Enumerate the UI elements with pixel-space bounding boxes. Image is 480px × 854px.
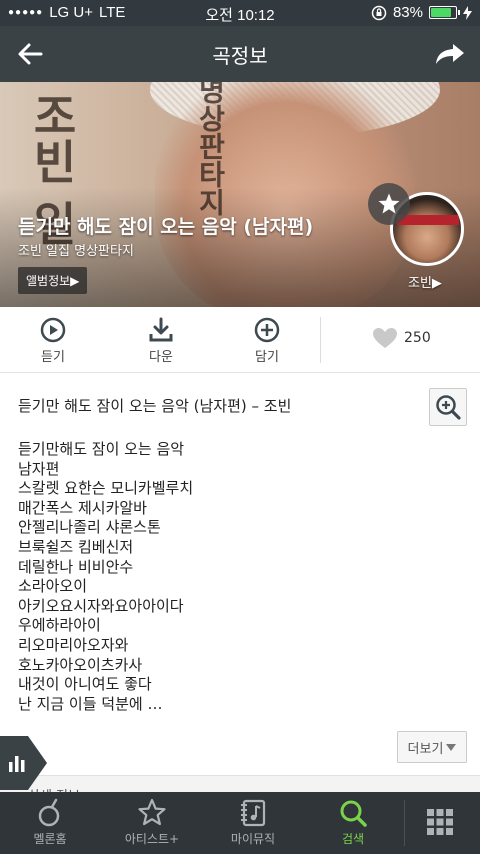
action-divider [320,317,321,363]
tab-my-music[interactable]: 마이뮤직 [208,798,298,847]
favorite-star-button[interactable] [368,183,410,225]
lyrics-body: 듣기만해도 잠이 오는 음악 남자편 스칼렛 요한슨 모니카벨루치 매간폭스 제… [18,440,398,714]
add-label: 담기 [255,350,279,365]
share-arrow-icon [436,44,464,64]
tab-label: 검색 [341,832,365,846]
like-button[interactable]: 250 [372,327,431,349]
play-circle-icon [40,317,66,343]
lyrics-line: 리오마리아오자와 [18,635,129,654]
my-music-icon [241,799,266,827]
search-icon [340,800,367,827]
status-bar: ●●●●● LG U+ LTE 오전 10:12 83% [0,0,480,26]
song-title: 듣기만 해도 잠이 오는 음악 (남자편) [18,216,314,238]
lyrics-line: 브룩쉴즈 킴베신저 [18,537,134,556]
rotation-lock-icon [371,5,387,20]
star-icon [378,193,400,214]
tab-label: 마이뮤직 [230,832,276,846]
lyrics-title: 듣기만 해도 잠이 오는 음악 (남자편) – 조빈 [18,397,292,415]
now-playing-tab[interactable] [0,736,48,790]
album-info-button[interactable]: 앨범정보▶ [18,267,88,294]
share-button[interactable] [430,36,470,72]
lyrics-line: 남자편 [18,459,60,478]
zoom-in-button[interactable] [429,388,467,426]
heart-icon [373,328,397,348]
page-title: 곡정보 [212,44,268,68]
tab-melon-home[interactable]: 멜론홈 [5,798,95,847]
more-label: 더보기 [407,741,444,757]
app-header: 곡정보 [0,26,480,82]
equalizer-icon [0,736,47,790]
battery-percent: 83% [392,4,423,21]
status-right: 83% [371,4,472,21]
plus-circle-icon [254,317,280,343]
tab-divider [404,800,405,846]
lyrics-line: 난 지금 이들 덕분에 … [18,694,163,713]
lyrics-line: 안젤리나졸리 샤론스톤 [18,518,161,537]
lyrics-line: 듣기만해도 잠이 오는 음악 [18,440,185,458]
charging-icon [463,5,472,20]
lyrics-line: 스칼렛 요한슨 모니카벨루치 [18,479,194,498]
zoom-in-icon [436,395,461,420]
lyrics-line: 매간폭스 제시카알바 [18,498,147,517]
bottom-tab-bar: 멜론홈 아티스트+ 마이뮤직 검색 [0,792,480,854]
like-count: 250 [404,330,431,346]
download-button[interactable]: 다운 [131,317,191,365]
action-bar: 듣기 다운 담기 250 [0,307,480,373]
battery-icon [429,6,460,19]
lyrics-line: 내것이 아니여도 좋다 [18,675,152,694]
tab-label: 멜론홈 [33,832,67,846]
tab-search[interactable]: 검색 [308,798,398,847]
tab-label: 아티스트+ [124,832,180,846]
chevron-down-icon [446,743,457,751]
more-button[interactable]: 더보기 [397,731,467,763]
lyrics-line: 우에하라아이 [18,616,101,635]
lyrics-line: 아키오요시자와요아아이다 [18,596,184,615]
add-to-list-button[interactable]: 담기 [237,317,297,365]
listen-button[interactable]: 듣기 [23,317,83,365]
menu-button[interactable] [426,808,454,840]
lyrics-line: 데릴한나 비비안수 [18,557,134,576]
album-line: 조빈 일집 명상판타지 [18,244,134,259]
lyrics-line: 소라아오이 [18,577,88,596]
listen-label: 듣기 [41,350,65,365]
star-icon [138,798,166,826]
artist-link[interactable]: 조빈▶ [408,272,442,291]
album-hero: 조빈 일 명상판타지 듣기만 해도 잠이 오는 음악 (남자편) 조빈 일집 명… [0,82,480,307]
grid-menu-icon [427,809,453,835]
lyrics-line: 호노카아오이츠카사 [18,655,143,674]
avatar-headband [397,215,459,225]
download-icon [149,317,173,342]
download-label: 다운 [149,350,173,365]
tab-artist-plus[interactable]: 아티스트+ [107,798,197,847]
melon-home-icon [38,798,60,827]
